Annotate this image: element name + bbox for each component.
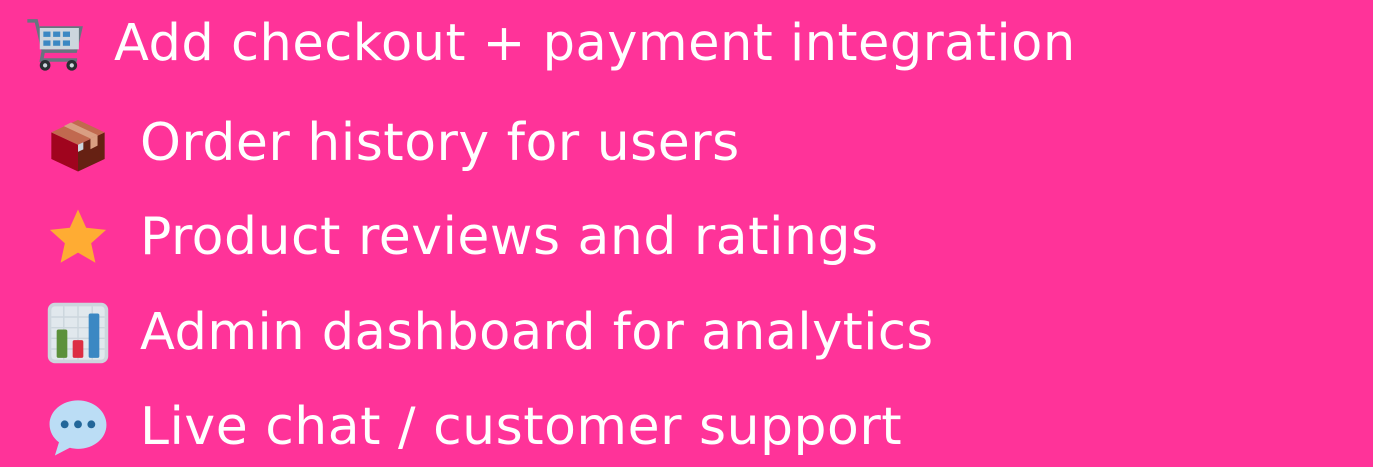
list-item: Live chat / customer support bbox=[0, 387, 902, 467]
feature-list-slide: Add checkout + payment integration Order… bbox=[0, 0, 1373, 467]
speech-balloon-icon bbox=[46, 395, 110, 459]
list-item: Admin dashboard for analytics bbox=[0, 293, 934, 373]
list-item: Add checkout + payment integration bbox=[0, 4, 1076, 84]
feature-label: Live chat / customer support bbox=[140, 397, 903, 457]
list-item: Order history for users bbox=[0, 103, 740, 183]
feature-label: Admin dashboard for analytics bbox=[140, 303, 934, 362]
bar-chart-icon bbox=[46, 301, 110, 365]
feature-label: Order history for users bbox=[140, 113, 740, 173]
shopping-cart-icon bbox=[22, 12, 86, 76]
feature-label: Product reviews and ratings bbox=[140, 207, 879, 267]
feature-label: Add checkout + payment integration bbox=[114, 14, 1076, 73]
list-item: Product reviews and ratings bbox=[0, 197, 879, 277]
star-icon bbox=[46, 205, 110, 269]
package-icon bbox=[46, 111, 110, 175]
